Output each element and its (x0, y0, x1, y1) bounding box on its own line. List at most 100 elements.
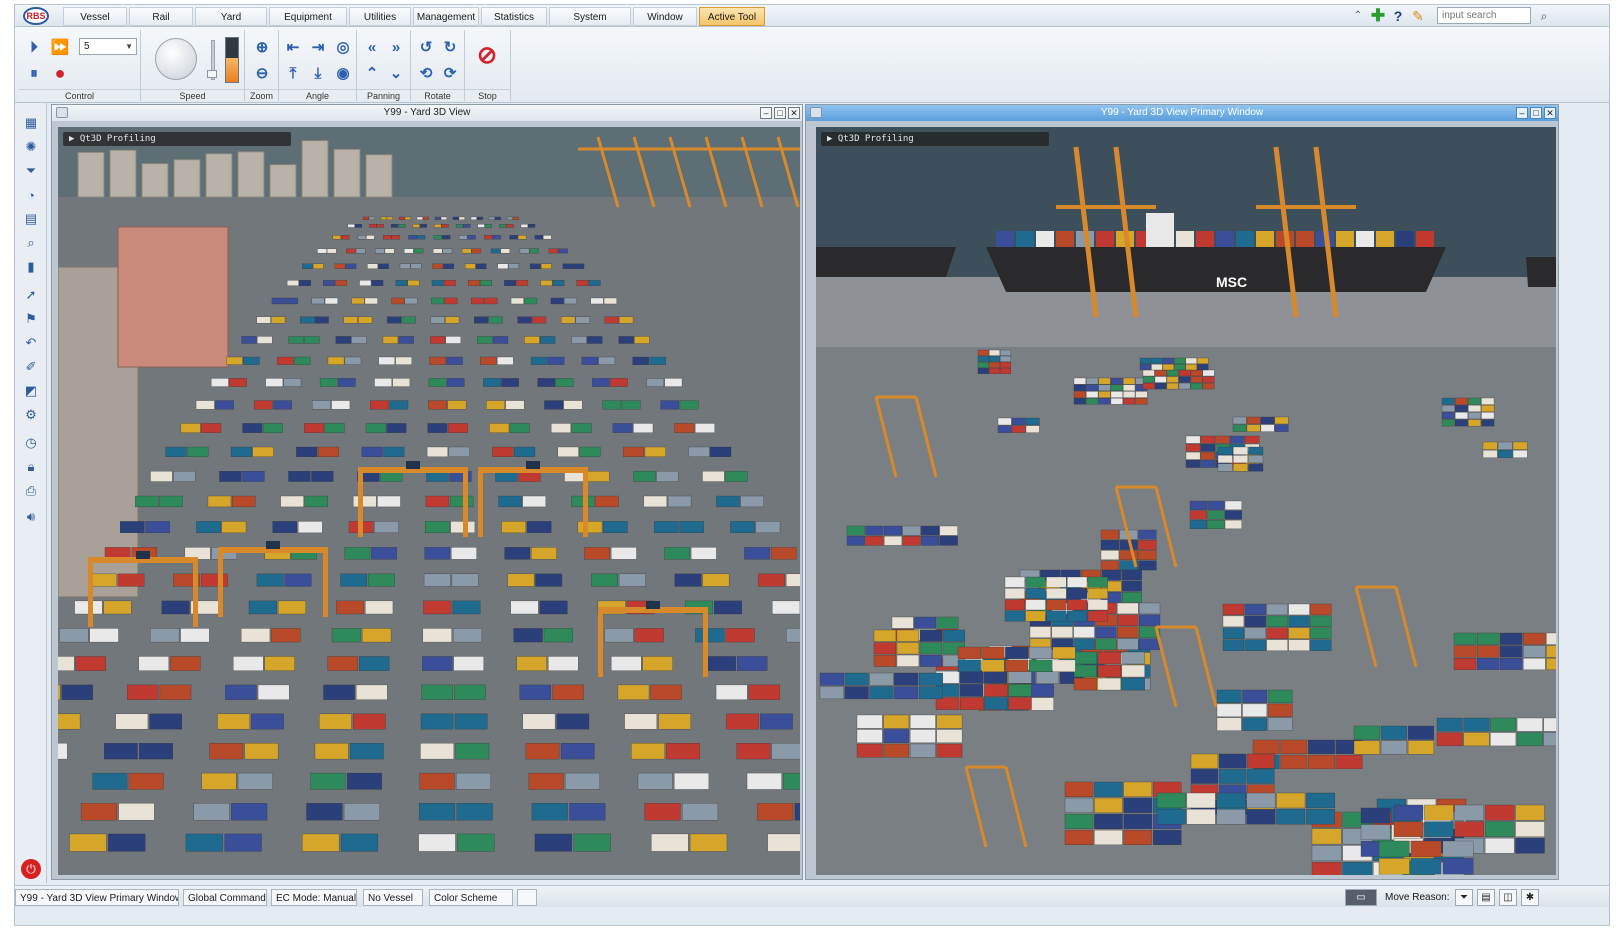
edit-icon[interactable]: ✐ (21, 357, 41, 377)
menu-management[interactable]: Management (413, 7, 479, 26)
menu-statistics[interactable]: Statistics (481, 7, 547, 26)
search-icon[interactable]: ⌕ (1535, 7, 1553, 25)
speed-select-value: 5 (84, 41, 90, 52)
control-group-label: Control (19, 89, 140, 101)
menu-rail[interactable]: Rail (129, 7, 193, 26)
minimize-icon[interactable]: – (1516, 107, 1528, 119)
keyboard-icon[interactable]: ▭ (1345, 889, 1377, 906)
angle-group-label: Angle (279, 89, 356, 101)
rotate-group-label: Rotate (411, 89, 464, 101)
yard-scene-right: MSC (816, 127, 1556, 875)
search-box[interactable] (1437, 7, 1531, 24)
speaker-icon[interactable]: 🔊︎ (21, 507, 41, 527)
pan-left-icon[interactable]: « (361, 36, 383, 58)
fast-forward-icon[interactable]: ⏩ (49, 36, 71, 58)
left-3d-view-window[interactable]: Y99 - Yard 3D View – □ ✕ ▶ Qt3D Profilin… (51, 104, 803, 880)
power-icon[interactable]: ⏻ (21, 859, 41, 879)
rotate-down-icon[interactable]: ⟳ (439, 62, 461, 84)
zoom-in-icon[interactable]: ⊕ (251, 36, 273, 58)
add-plus-icon[interactable]: ✚ (1369, 7, 1387, 25)
status-command[interactable]: Global Command (183, 889, 267, 906)
flag-icon[interactable]: ⚑ (21, 309, 41, 329)
split-view-icon[interactable]: ◫ (1499, 889, 1517, 906)
gauge-icon[interactable]: ◔ (21, 185, 41, 205)
menu-active-tool[interactable]: Active Tool (699, 7, 765, 26)
printer-icon[interactable]: ⎙ (21, 481, 41, 501)
speed-meter-fill (226, 57, 238, 82)
record-icon[interactable]: ● (49, 62, 71, 84)
pan-down-icon[interactable]: ⌄ (385, 62, 407, 84)
stop-icon[interactable]: ⊘ (476, 42, 498, 69)
close-icon[interactable]: ✕ (1544, 107, 1556, 119)
layout-icon[interactable]: ▤ (1477, 889, 1495, 906)
rotate-left-icon[interactable]: ↺ (415, 36, 437, 58)
angle-left-icon[interactable]: ⇤ (282, 36, 304, 58)
menu-utilities[interactable]: Utilities (349, 7, 411, 26)
funnel-icon[interactable]: ⏷ (1455, 889, 1473, 906)
panning-group-label: Panning (357, 89, 410, 101)
filter-icon[interactable]: ⏷ (21, 161, 41, 181)
yard-3d-viewport-left[interactable]: ▶ Qt3D Profiling (58, 127, 800, 875)
menu-window[interactable]: Window (633, 7, 697, 26)
yard-3d-viewport-right[interactable]: MSC ▶ Qt3D Profiling (816, 127, 1556, 875)
timer-icon[interactable]: ◷ (21, 433, 41, 453)
route-icon[interactable]: ⚙ (21, 405, 41, 425)
status-color-scheme[interactable]: Color Scheme (429, 889, 513, 906)
view-eye-icon[interactable]: ◎ (332, 36, 354, 58)
maximize-icon[interactable]: □ (1530, 107, 1542, 119)
status-ec-mode[interactable]: EC Mode: Manual (271, 889, 357, 906)
minimize-icon[interactable]: – (760, 107, 772, 119)
menu-yard[interactable]: Yard (195, 7, 267, 26)
up-caret-icon[interactable]: ⌃ (1349, 7, 1367, 25)
status-empty-cell (517, 889, 537, 906)
maximize-icon[interactable]: □ (774, 107, 786, 119)
close-icon[interactable]: ✕ (788, 107, 800, 119)
bar-stats-icon[interactable]: ▮ (21, 257, 41, 277)
undo-icon[interactable]: ↶ (21, 333, 41, 353)
rotate-up-icon[interactable]: ⟲ (415, 62, 437, 84)
left-window-title: Y99 - Yard 3D View (383, 107, 471, 118)
tool-icon[interactable]: ✎ (1409, 7, 1427, 25)
menu-equipment-control[interactable]: Equipment Control (269, 7, 347, 42)
book-icon[interactable]: ▤ (21, 209, 41, 229)
rbs-logo: RBS (23, 7, 49, 25)
search-input[interactable] (1438, 8, 1530, 23)
find-icon[interactable]: ⌕ (21, 233, 41, 253)
play-icon[interactable]: ⏵ (23, 36, 45, 58)
speed-meter (225, 37, 239, 83)
stop-group: ⊘ Stop (465, 30, 511, 101)
rotate-right-icon[interactable]: ↻ (439, 36, 461, 58)
settings-icon[interactable]: ✱ (1521, 889, 1539, 906)
qt3d-profiling-toggle-left[interactable]: ▶ Qt3D Profiling (63, 132, 291, 146)
network-icon[interactable]: ✺ (21, 137, 41, 157)
speed-select[interactable]: 5 ▼ (79, 38, 137, 55)
lock-icon[interactable]: 🔒︎ (21, 457, 41, 477)
angle-right-icon[interactable]: ⇥ (307, 36, 329, 58)
left-window-titlebar[interactable]: Y99 - Yard 3D View – □ ✕ (52, 105, 802, 121)
menu-system-references[interactable]: System References (549, 7, 631, 42)
view-top-icon[interactable]: ◉ (332, 62, 354, 84)
angle-up-icon[interactable]: ⤒ (282, 62, 304, 84)
pointer-icon[interactable]: ➚ (21, 285, 41, 305)
right-window-title: Y99 - Yard 3D View Primary Window (1100, 107, 1264, 118)
help-question-icon[interactable]: ? (1389, 7, 1407, 25)
pause-icon[interactable]: ⏸ (23, 62, 45, 84)
pan-right-icon[interactable]: » (385, 36, 407, 58)
pan-up-icon[interactable]: ⌃ (361, 62, 383, 84)
panning-group: « » ⌃ ⌄ Panning (357, 30, 411, 101)
speed-slider-thumb[interactable] (207, 70, 217, 78)
qt3d-profiling-toggle-right[interactable]: ▶ Qt3D Profiling (821, 132, 1049, 146)
left-sidebar: ▦ ✺ ⏷ ◔ ▤ ⌕ ▮ ➚ ⚑ ↶ ✐ ◩ ⚙ ◷ 🔒︎ ⎙ 🔊︎ ⏻ (15, 103, 47, 883)
color-chart-icon[interactable]: ◩ (21, 381, 41, 401)
menu-bar: RBS Vessel Rail Yard Equipment Control U… (15, 5, 1609, 42)
yard-map-icon[interactable]: ▦ (21, 113, 41, 133)
menu-vessel[interactable]: Vessel (63, 7, 127, 26)
status-vessel[interactable]: No Vessel (363, 889, 423, 906)
zoom-out-icon[interactable]: ⊖ (251, 62, 273, 84)
zoom-group-label: Zoom (245, 89, 278, 101)
right-3d-view-window[interactable]: Y99 - Yard 3D View Primary Window – □ ✕ … (805, 104, 1559, 880)
angle-down-icon[interactable]: ⤓ (307, 62, 329, 84)
right-window-titlebar[interactable]: Y99 - Yard 3D View Primary Window – □ ✕ (806, 105, 1558, 121)
speed-knob[interactable] (155, 38, 197, 80)
yard-scene-left (58, 127, 800, 875)
